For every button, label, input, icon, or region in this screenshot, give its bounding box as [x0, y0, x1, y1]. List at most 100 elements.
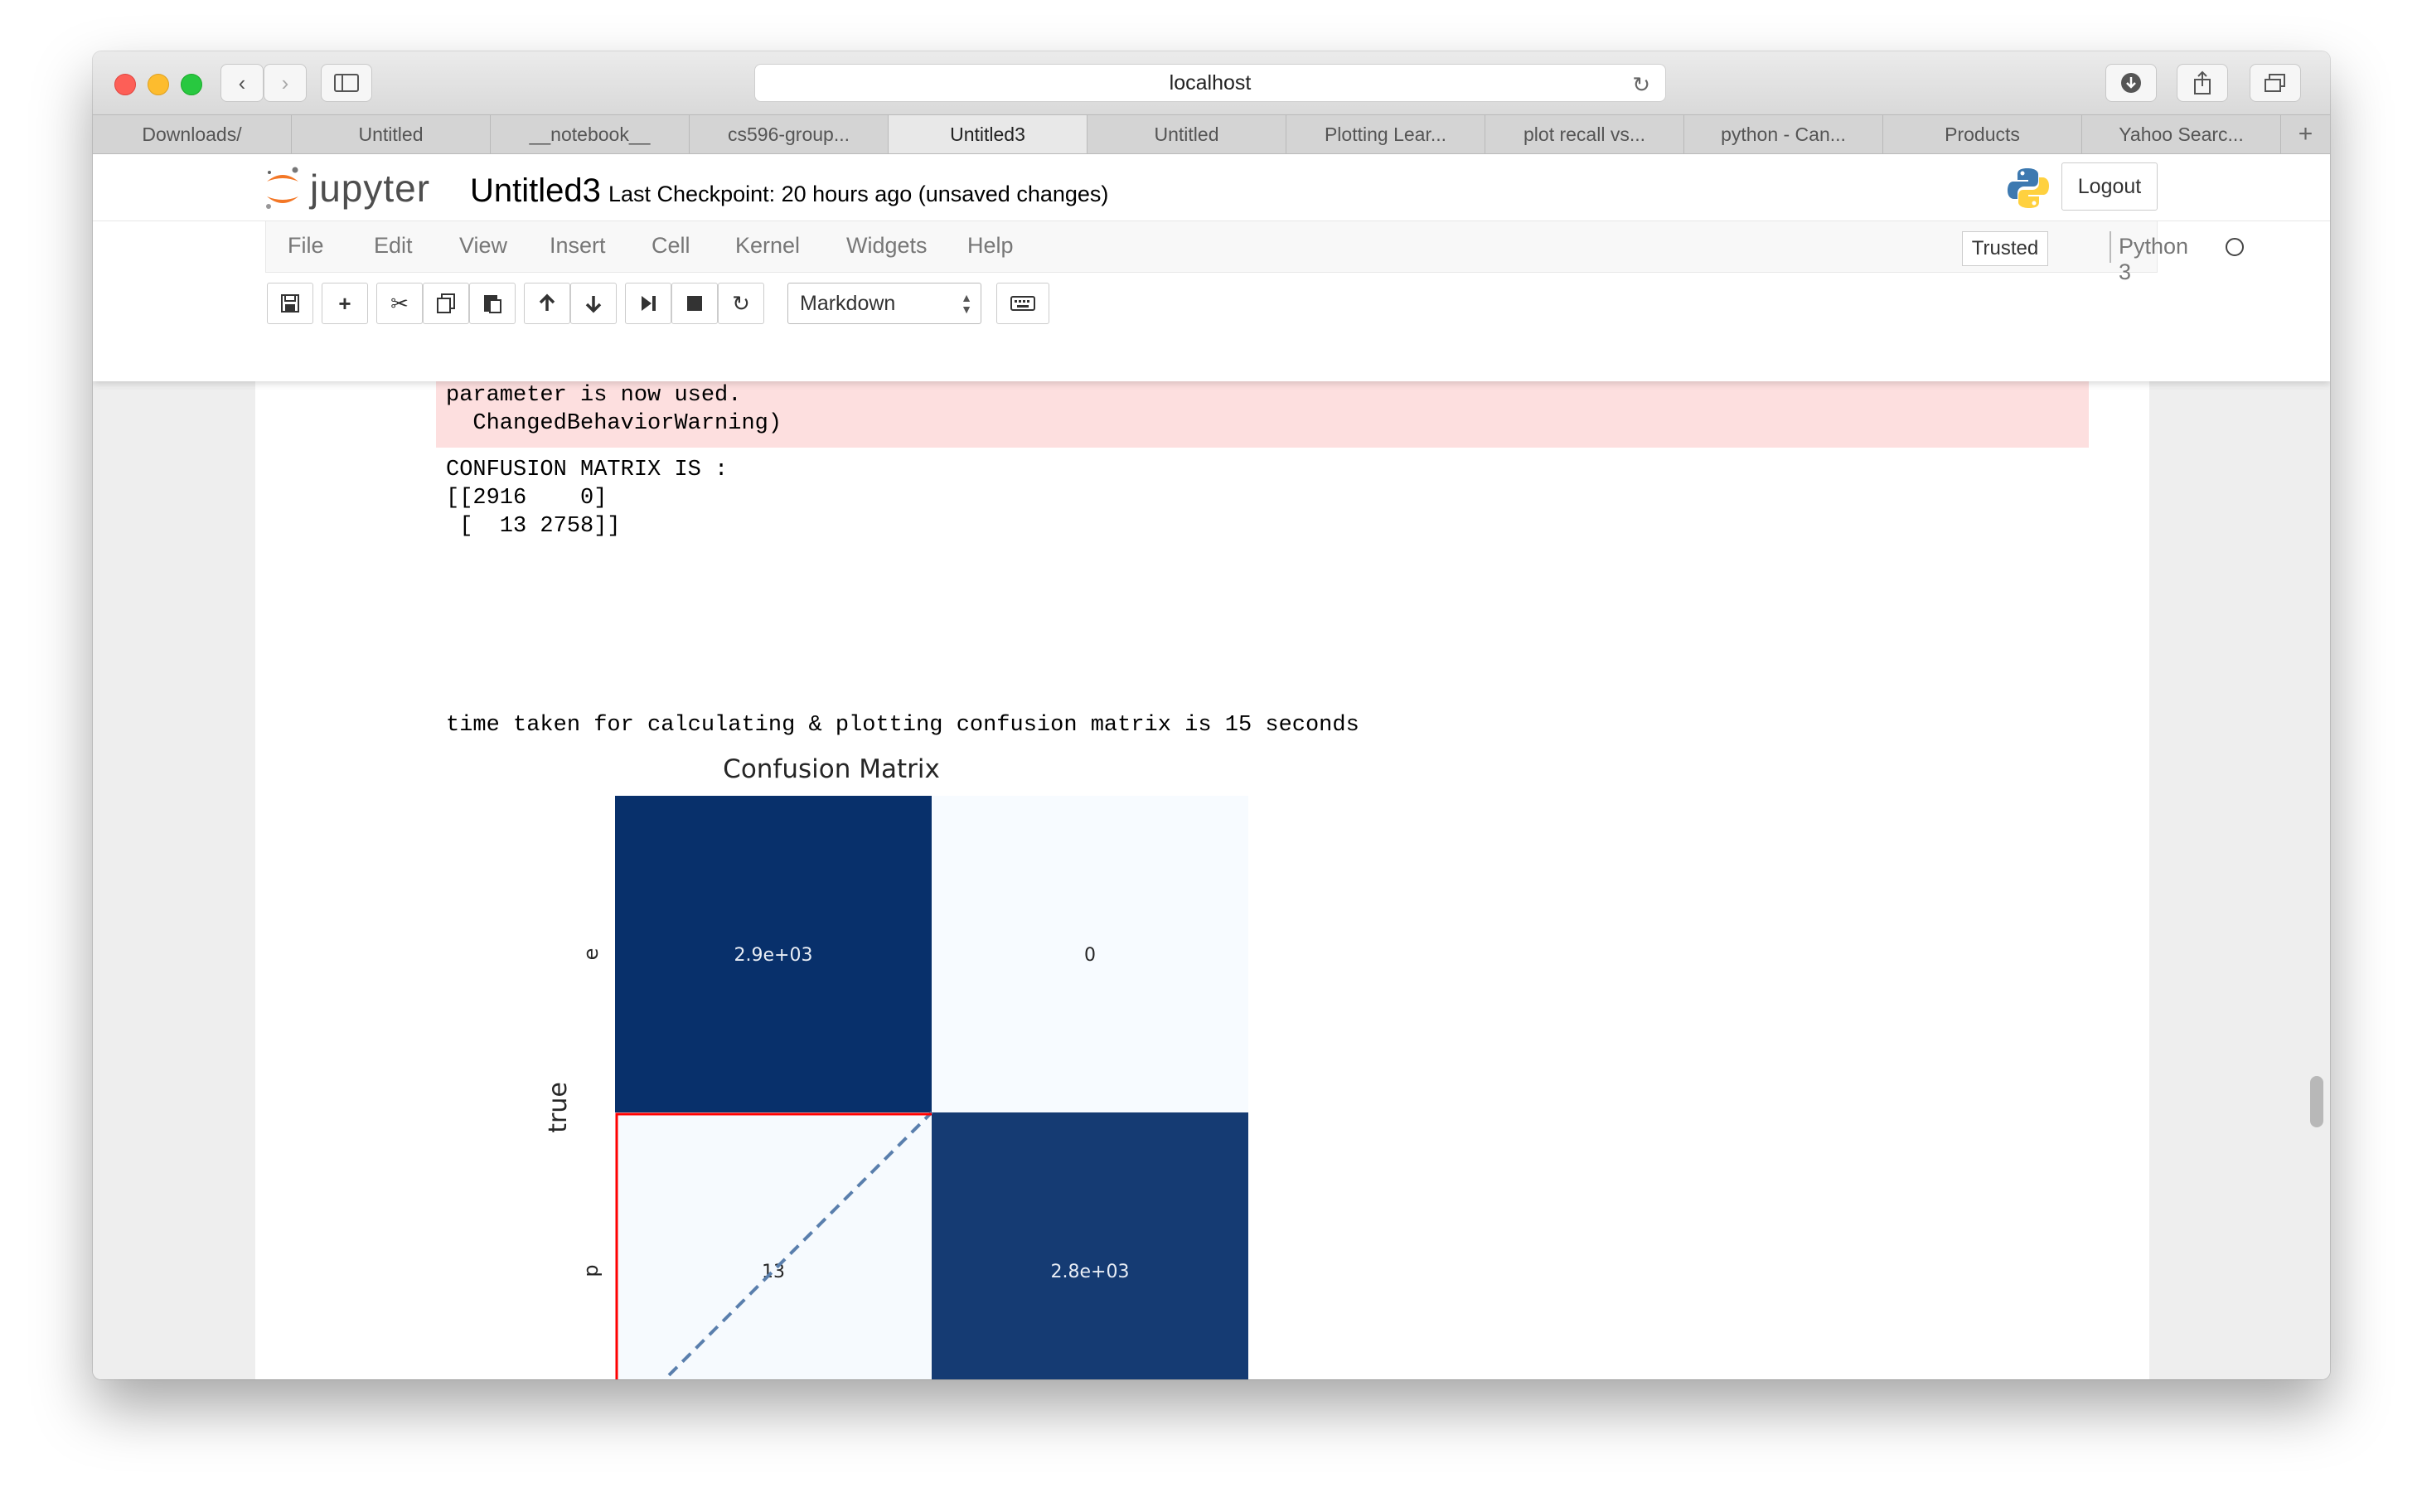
- tab-untitled3[interactable]: Untitled3: [889, 115, 1087, 153]
- chevron-right-icon: ›: [281, 70, 289, 95]
- kernel-separator: [2110, 231, 2111, 263]
- run-cell-button[interactable]: [625, 283, 671, 324]
- new-tab-button[interactable]: +: [2281, 115, 2330, 153]
- cell-annotation: 0: [1084, 945, 1096, 966]
- menu-edit[interactable]: Edit: [374, 233, 413, 259]
- logout-button[interactable]: Logout: [2061, 162, 2158, 211]
- chevron-left-icon: ‹: [238, 70, 246, 95]
- tab-notebook[interactable]: __notebook__: [491, 115, 690, 153]
- tab-yahoo-search[interactable]: Yahoo Searc...: [2082, 115, 2281, 153]
- notebook-name[interactable]: Untitled3: [470, 172, 601, 210]
- reload-icon[interactable]: ↻: [1632, 72, 1650, 98]
- y-tick-label: p: [579, 1264, 603, 1277]
- confusion-matrix-chart: Confusion Matrix 2.9e+03 013 2.8e+03ep tru…: [544, 754, 1248, 1379]
- menu-cell[interactable]: Cell: [652, 233, 690, 259]
- step-forward-icon: [642, 296, 656, 311]
- tab-bar: Downloads/ Untitled __notebook__ cs596-g…: [93, 114, 2330, 154]
- tabs-icon: [2265, 74, 2285, 92]
- back-button[interactable]: ‹: [220, 64, 264, 102]
- arrow-up-icon: [539, 293, 555, 311]
- browser-window: ‹ › localhost ↻ Downloads/ Untitled __no…: [93, 51, 2330, 1379]
- tab-overview-button[interactable]: [2250, 64, 2301, 102]
- scrollbar-thumb[interactable]: [2310, 1076, 2323, 1127]
- stop-icon: [687, 296, 702, 311]
- share-button[interactable]: [2177, 64, 2228, 102]
- stdout-line: [[2916 0]: [446, 486, 608, 511]
- zoom-window-button[interactable]: [181, 74, 202, 95]
- stdout-line: [ 13 2758]]: [446, 514, 621, 539]
- paste-button[interactable]: [469, 283, 516, 324]
- stdout-line: CONFUSION MATRIX IS :: [446, 458, 729, 482]
- y-axis-label: true: [544, 1082, 573, 1133]
- move-down-button[interactable]: [570, 283, 617, 324]
- y-tick-label: e: [579, 948, 603, 961]
- keyboard-icon: [1010, 296, 1035, 311]
- share-icon: [2194, 70, 2211, 94]
- python-logo-icon: [2008, 168, 2049, 208]
- floppy-icon: [281, 294, 299, 313]
- chart-title: Confusion Matrix: [723, 754, 940, 784]
- page-content: jupyter Untitled3 Last Checkpoint: 20 ho…: [93, 154, 2330, 1379]
- copy-icon: [437, 293, 455, 313]
- tab-untitled-2[interactable]: Untitled: [1087, 115, 1286, 153]
- menu-kernel[interactable]: Kernel: [735, 233, 800, 259]
- heatmap-cell: [615, 1112, 932, 1379]
- menu-bar: File Edit View Insert Cell Kernel Widget…: [265, 221, 2244, 284]
- cut-button[interactable]: ✂: [376, 283, 423, 324]
- tab-plot-recall[interactable]: plot recall vs...: [1485, 115, 1684, 153]
- cell-annotation: 2.9e+03: [734, 945, 813, 966]
- downloads-button[interactable]: [2105, 64, 2157, 102]
- paste-icon: [484, 295, 501, 313]
- tab-plotting-learning[interactable]: Plotting Lear...: [1286, 115, 1485, 153]
- checkpoint-status: Last Checkpoint: 20 hours ago (unsaved c…: [608, 182, 1109, 206]
- jupyter-logo-text: jupyter: [310, 167, 431, 210]
- menu-insert[interactable]: Insert: [550, 233, 606, 259]
- notebook-container: parameter is now used. ChangedBehaviorWa…: [255, 381, 2149, 1379]
- address-bar[interactable]: localhost ↻: [754, 64, 1666, 102]
- heatmap-cell: [932, 1112, 1248, 1379]
- forward-button[interactable]: ›: [264, 64, 307, 102]
- tab-products[interactable]: Products: [1883, 115, 2082, 153]
- stderr-line: parameter is now used.: [446, 383, 742, 408]
- kernel-idle-indicator-icon: [2226, 238, 2244, 256]
- cell-type-value: Markdown: [800, 291, 896, 315]
- stderr-output: parameter is now used. ChangedBehaviorWa…: [436, 381, 2089, 448]
- sidebar-icon: [334, 74, 359, 92]
- sidebar-toggle-button[interactable]: [321, 64, 372, 102]
- menu-file[interactable]: File: [288, 233, 324, 259]
- cell-annotation: 2.8e+03: [1051, 1262, 1130, 1282]
- copy-button[interactable]: [423, 283, 469, 324]
- arrow-down-icon: [585, 296, 602, 313]
- plus-icon: +: [2298, 120, 2313, 148]
- command-palette-button[interactable]: [996, 283, 1049, 324]
- stderr-line: ChangedBehaviorWarning): [446, 411, 782, 436]
- insert-cell-button[interactable]: +: [322, 283, 368, 324]
- trusted-badge[interactable]: Trusted: [1962, 231, 2048, 266]
- refresh-icon: ↻: [732, 290, 750, 316]
- cell-type-select[interactable]: Markdown ▲ ▼: [787, 283, 981, 324]
- plus-icon: +: [338, 290, 351, 316]
- interrupt-kernel-button[interactable]: [671, 283, 718, 324]
- move-up-button[interactable]: [524, 283, 570, 324]
- tab-downloads[interactable]: Downloads/: [93, 115, 292, 153]
- timing-output: time taken for calculating & plotting co…: [446, 713, 1359, 738]
- jupyter-logo-icon: [266, 167, 298, 209]
- tab-cs596-group[interactable]: cs596-group...: [690, 115, 889, 153]
- close-window-button[interactable]: [114, 74, 136, 95]
- menu-view[interactable]: View: [459, 233, 507, 259]
- jupyter-logo[interactable]: jupyter: [264, 162, 430, 214]
- restart-kernel-button[interactable]: ↻: [718, 283, 764, 324]
- menu-widgets[interactable]: Widgets: [846, 233, 928, 259]
- tab-untitled[interactable]: Untitled: [292, 115, 491, 153]
- url-text: localhost: [1169, 70, 1252, 94]
- kernel-name[interactable]: Python 3: [2119, 234, 2188, 285]
- jupyter-header: jupyter Untitled3 Last Checkpoint: 20 ho…: [93, 154, 2330, 381]
- title-bar: ‹ › localhost ↻: [93, 51, 2330, 114]
- download-icon: [2121, 73, 2141, 93]
- tab-python-can[interactable]: python - Can...: [1684, 115, 1883, 153]
- stdout-output: CONFUSION MATRIX IS : [[2916 0] [ 13 275…: [446, 456, 728, 540]
- minimize-window-button[interactable]: [148, 74, 169, 95]
- menu-help[interactable]: Help: [967, 233, 1014, 259]
- save-button[interactable]: [267, 283, 313, 324]
- scissors-icon: ✂: [390, 290, 409, 316]
